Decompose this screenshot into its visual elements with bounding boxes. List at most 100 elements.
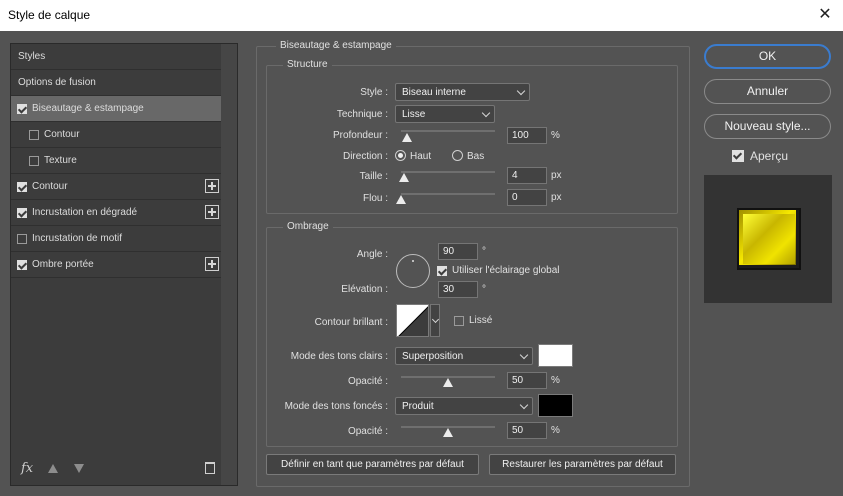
depth-label: Profondeur : [332, 130, 388, 141]
gloss-contour-picker[interactable] [396, 304, 429, 337]
trash-icon[interactable] [205, 462, 215, 474]
style-item-label: Texture [44, 155, 77, 166]
style-item-label: Styles [18, 51, 46, 62]
style-item-label: Contour [32, 181, 68, 192]
antialias-checkbox[interactable] [454, 316, 464, 326]
reset-default-button[interactable]: Restaurer les paramètres par défaut [489, 454, 676, 475]
new-style-button[interactable]: Nouveau style... [704, 114, 831, 139]
depth-input[interactable]: 100 [507, 127, 547, 144]
style-item-2[interactable]: Biseautage & estampage [11, 96, 223, 122]
highlight-mode-select[interactable]: Superposition [395, 347, 533, 365]
style-label: Style : [360, 87, 388, 98]
technique-label: Technique : [336, 109, 388, 120]
move-up-icon[interactable] [48, 464, 58, 473]
direction-up-radio[interactable] [395, 150, 406, 161]
style-item-5[interactable]: Contour [11, 174, 223, 200]
soften-input[interactable]: 0 [507, 189, 547, 206]
soften-slider-thumb[interactable] [396, 195, 406, 204]
gloss-contour-dropdown[interactable] [430, 304, 440, 337]
preview-thumbnail [737, 208, 801, 270]
altitude-input[interactable]: 30 [438, 281, 478, 298]
highlight-opacity-thumb[interactable] [443, 378, 453, 387]
style-item-3[interactable]: Contour [11, 122, 223, 148]
structure-legend: Structure [283, 59, 332, 70]
size-slider-thumb[interactable] [398, 173, 409, 182]
soften-input-value: 0 [512, 192, 518, 203]
technique-select-value: Lisse [402, 109, 426, 120]
highlight-color-swatch[interactable] [538, 344, 573, 367]
style-item-8[interactable]: Ombre portée [11, 252, 223, 278]
size-input-value: 4 [512, 170, 518, 181]
technique-select[interactable]: Lisse [395, 105, 495, 123]
depth-unit: % [551, 130, 560, 141]
section-title: Biseautage & estampage [276, 40, 396, 51]
style-select[interactable]: Biseau interne [395, 83, 530, 101]
contour-linear-icon [398, 306, 428, 336]
global-light-checkbox[interactable] [437, 266, 447, 276]
add-effect-icon[interactable] [205, 205, 219, 219]
cancel-button[interactable]: Annuler [704, 79, 831, 104]
angle-unit: ° [482, 246, 486, 257]
add-effect-icon[interactable] [205, 257, 219, 271]
highlight-opacity-value: 50 [512, 375, 524, 386]
depth-slider-track[interactable] [401, 130, 495, 132]
close-icon[interactable]: ✕ [815, 5, 835, 25]
chevron-down-icon [481, 108, 491, 118]
preview-label[interactable]: Aperçu [750, 149, 788, 163]
angle-input[interactable]: 90 [438, 243, 478, 260]
highlight-opacity-label: Opacité : [347, 376, 388, 387]
shadow-opacity-thumb[interactable] [443, 428, 453, 437]
altitude-unit: ° [482, 284, 486, 295]
styles-list-scrollbar[interactable] [221, 44, 237, 485]
window-title: Style de calque [8, 8, 91, 22]
shadow-color-swatch[interactable] [538, 394, 573, 417]
soften-label: Flou : [362, 193, 388, 204]
fx-icon[interactable]: fx [21, 461, 33, 476]
direction-up-label[interactable]: Haut [410, 151, 431, 162]
global-light-label[interactable]: Utiliser l'éclairage global [452, 265, 560, 276]
styles-list-panel: Styles Options de fusion Biseautage & esta… [10, 43, 238, 486]
style-item-checkbox[interactable] [17, 104, 27, 114]
style-item-4[interactable]: Texture [11, 148, 223, 174]
title-bar: Style de calque ✕ [0, 0, 843, 31]
style-item-label: Incrustation en dégradé [32, 207, 138, 218]
style-item-7[interactable]: Incrustation de motif [11, 226, 223, 252]
style-item-label: Incrustation de motif [32, 233, 123, 244]
soften-unit: px [551, 192, 562, 203]
highlight-mode-value: Superposition [402, 351, 464, 362]
direction-down-label[interactable]: Bas [467, 151, 484, 162]
preview-checkbox[interactable] [732, 150, 744, 162]
style-item-checkbox[interactable] [29, 156, 39, 166]
depth-slider-thumb[interactable] [401, 133, 412, 142]
shadow-mode-select[interactable]: Produit [395, 397, 533, 415]
size-label: Taille : [359, 171, 388, 182]
shadow-opacity-input[interactable]: 50 [507, 422, 547, 439]
size-slider-track[interactable] [401, 171, 495, 173]
chevron-down-icon [519, 350, 529, 360]
style-item-checkbox[interactable] [17, 234, 27, 244]
make-default-button[interactable]: Définir en tant que paramètres par défau… [266, 454, 479, 475]
altitude-label: Elévation : [341, 284, 388, 295]
styles-list-toolbar: fx [11, 455, 223, 485]
move-down-icon[interactable] [74, 464, 84, 473]
soften-slider-track[interactable] [401, 193, 495, 195]
style-item-checkbox[interactable] [29, 130, 39, 140]
ok-button[interactable]: OK [704, 44, 831, 69]
style-item-1[interactable]: Options de fusion [11, 70, 223, 96]
style-item-label: Ombre portée [32, 259, 94, 270]
direction-down-radio[interactable] [452, 150, 463, 161]
style-item-0[interactable]: Styles [11, 44, 223, 70]
shadow-opacity-value: 50 [512, 425, 524, 436]
angle-dial[interactable] [396, 254, 430, 288]
style-item-checkbox[interactable] [17, 182, 27, 192]
antialias-label[interactable]: Lissé [469, 315, 492, 326]
style-item-6[interactable]: Incrustation en dégradé [11, 200, 223, 226]
size-unit: px [551, 170, 562, 181]
style-item-label: Options de fusion [18, 77, 96, 88]
style-item-checkbox[interactable] [17, 208, 27, 218]
style-item-checkbox[interactable] [17, 260, 27, 270]
size-input[interactable]: 4 [507, 167, 547, 184]
highlight-opacity-input[interactable]: 50 [507, 372, 547, 389]
add-effect-icon[interactable] [205, 179, 219, 193]
gloss-contour-label: Contour brillant : [314, 317, 388, 328]
